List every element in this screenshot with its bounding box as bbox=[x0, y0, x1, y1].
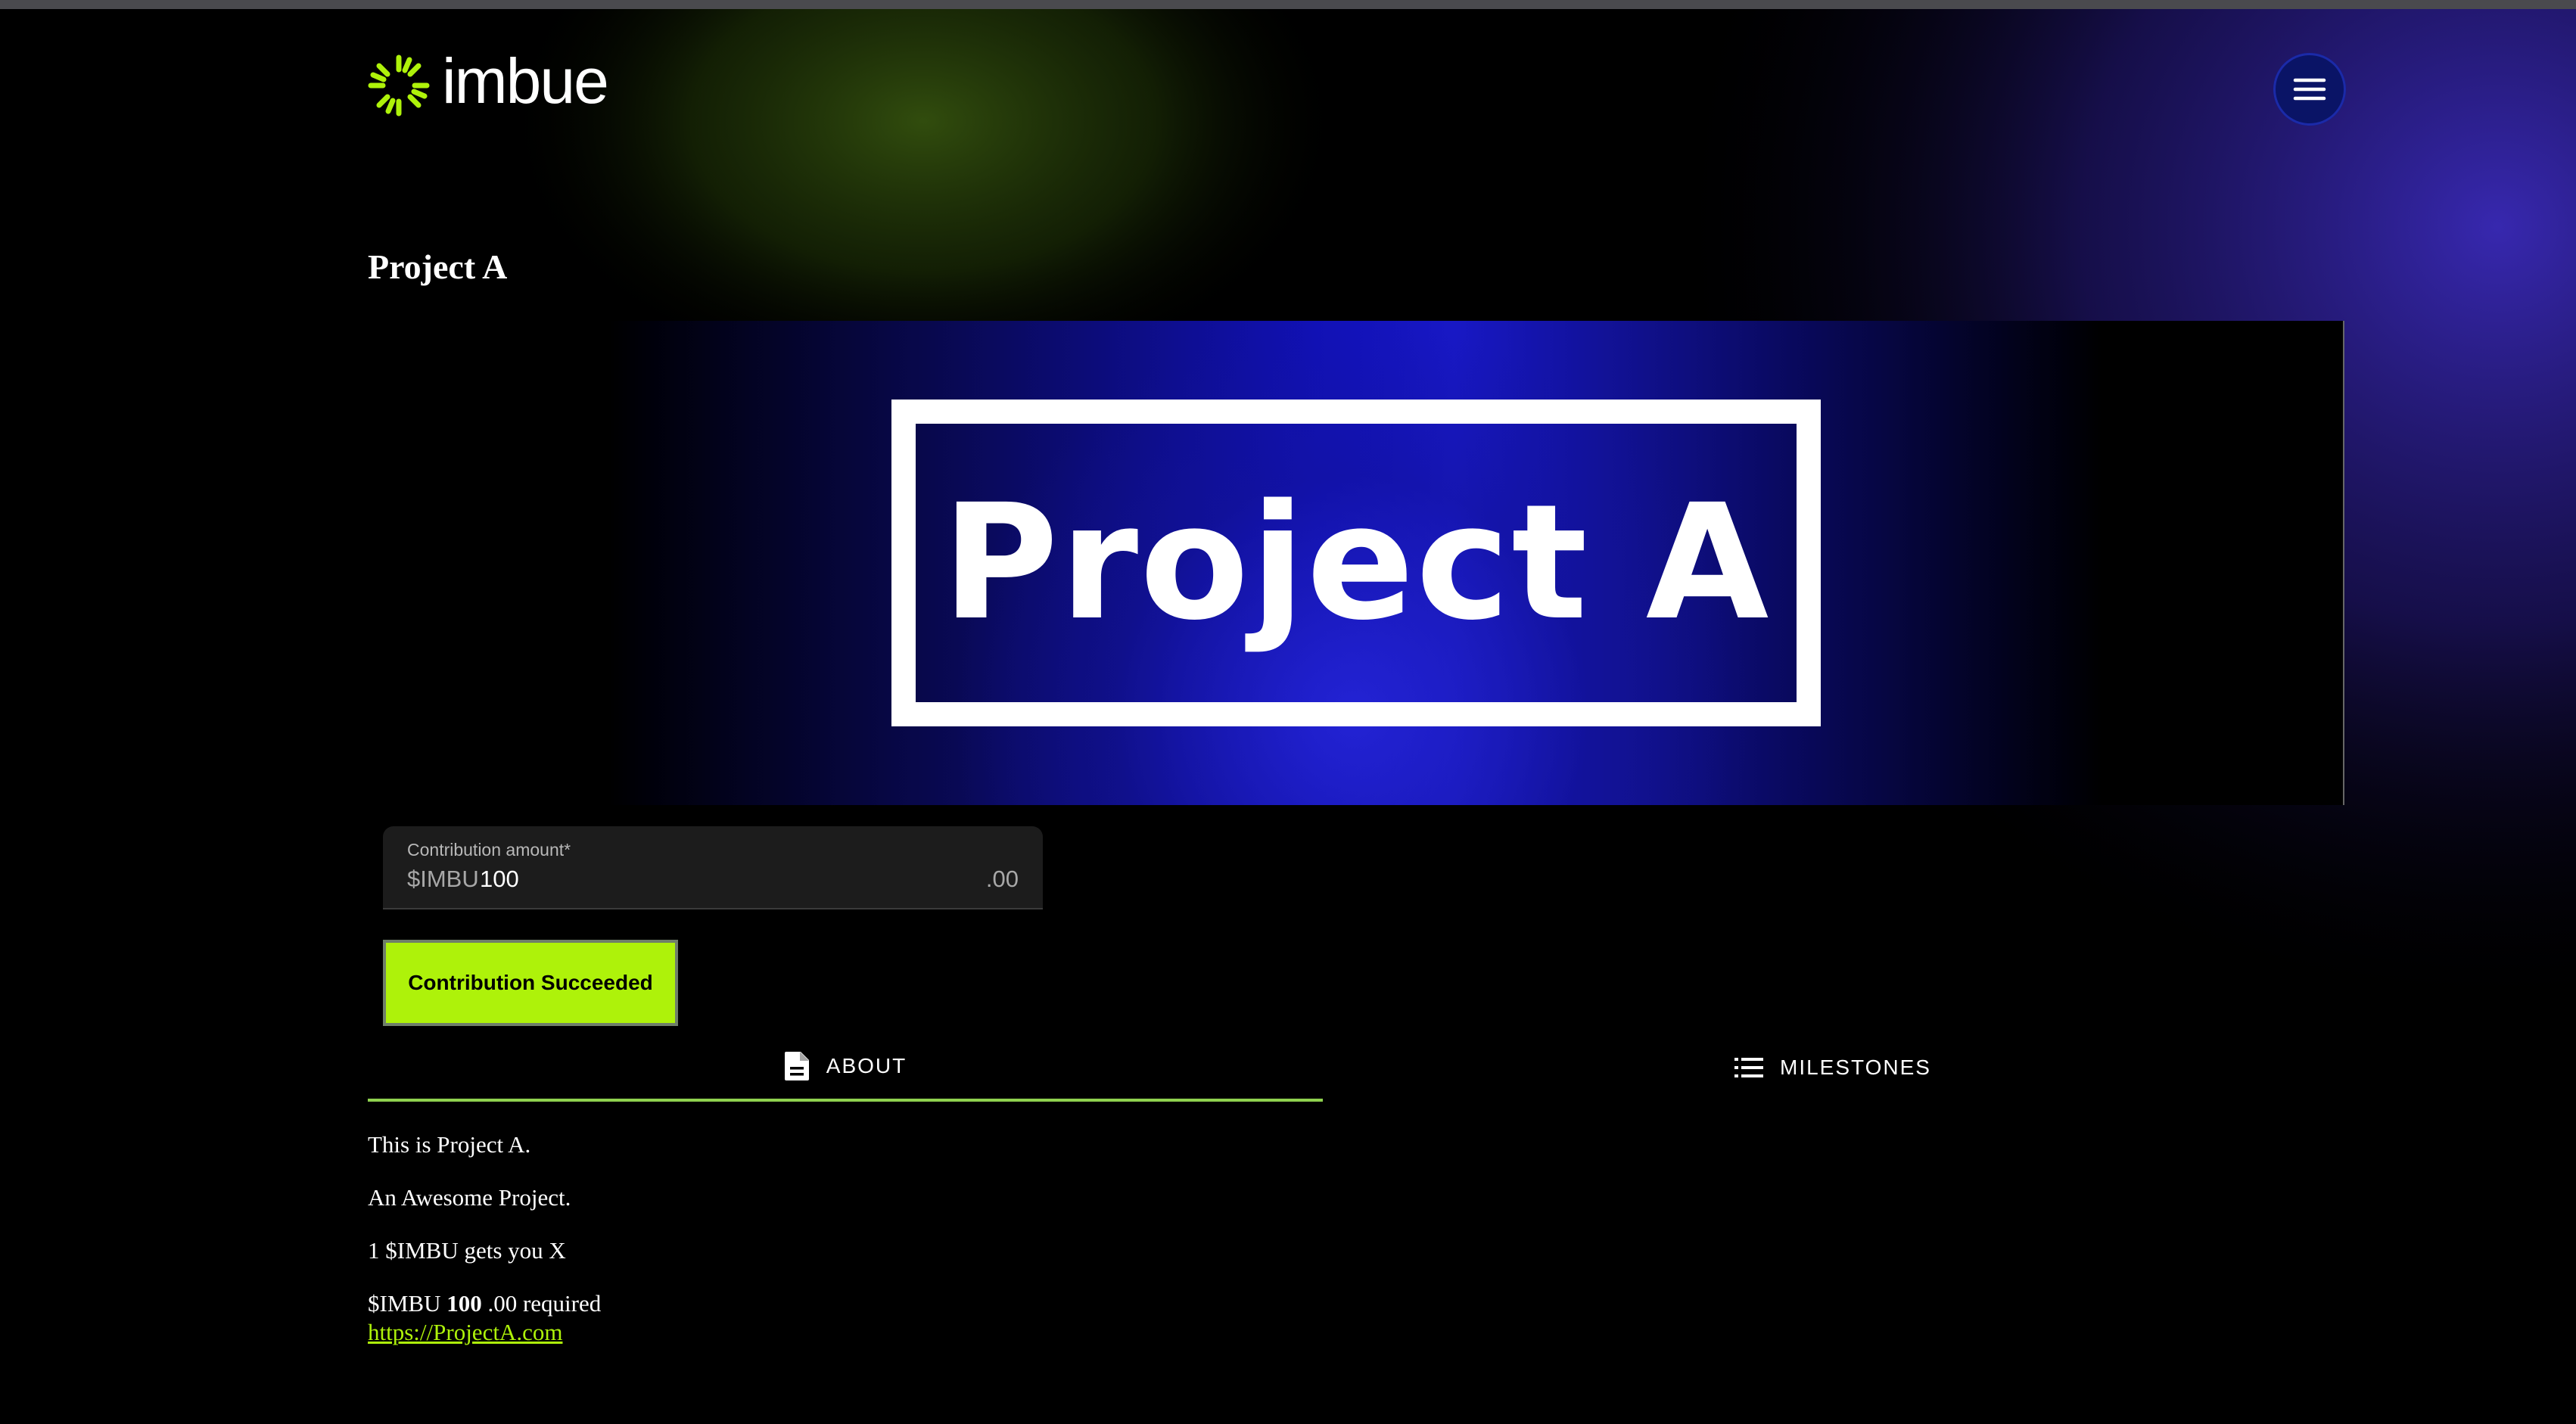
hamburger-icon bbox=[2293, 78, 2326, 101]
banner-title: Project A bbox=[941, 470, 1771, 655]
tab-about[interactable]: ABOUT bbox=[368, 1034, 1323, 1102]
about-content: This is Project A. An Awesome Project. 1… bbox=[368, 1130, 601, 1347]
tab-milestones[interactable]: MILESTONES bbox=[1323, 1034, 2343, 1102]
project-website-link[interactable]: https://ProjectA.com bbox=[368, 1318, 562, 1347]
menu-button[interactable] bbox=[2273, 53, 2346, 126]
tab-about-label: ABOUT bbox=[826, 1054, 907, 1077]
contribution-succeeded-button[interactable]: Contribution Succeeded bbox=[383, 940, 678, 1026]
page-title: Project A bbox=[368, 247, 508, 286]
about-line: An Awesome Project. bbox=[368, 1184, 571, 1211]
decimal-suffix: .00 bbox=[985, 866, 1019, 892]
project-banner-image: Project A bbox=[368, 321, 2344, 805]
logo-wordmark: imbue bbox=[442, 45, 609, 117]
required-currency: $IMBU bbox=[368, 1290, 441, 1317]
required-suffix: .00 required bbox=[487, 1290, 602, 1317]
contribution-amount-field[interactable]: Contribution amount* $IMBU .00 bbox=[383, 826, 1043, 909]
banner-frame: Project A bbox=[891, 400, 1821, 726]
contribution-amount-input[interactable] bbox=[480, 863, 904, 896]
about-line: This is Project A. bbox=[368, 1131, 531, 1158]
document-icon bbox=[784, 1052, 809, 1080]
contribution-amount-label: Contribution amount* bbox=[407, 840, 571, 860]
logo-sunburst-icon bbox=[368, 54, 430, 117]
imbue-logo[interactable]: imbue bbox=[366, 49, 609, 118]
required-amount: 100 bbox=[446, 1290, 482, 1317]
tab-milestones-label: MILESTONES bbox=[1780, 1056, 1931, 1079]
project-tabs: ABOUT MILESTONES bbox=[368, 1034, 2343, 1102]
currency-prefix: $IMBU bbox=[407, 866, 479, 892]
list-icon bbox=[1734, 1058, 1763, 1077]
about-line: 1 $IMBU gets you X bbox=[368, 1237, 566, 1264]
browser-top-edge bbox=[0, 0, 2576, 9]
required-amount-text: $IMBU 100 .00 required bbox=[368, 1289, 601, 1318]
